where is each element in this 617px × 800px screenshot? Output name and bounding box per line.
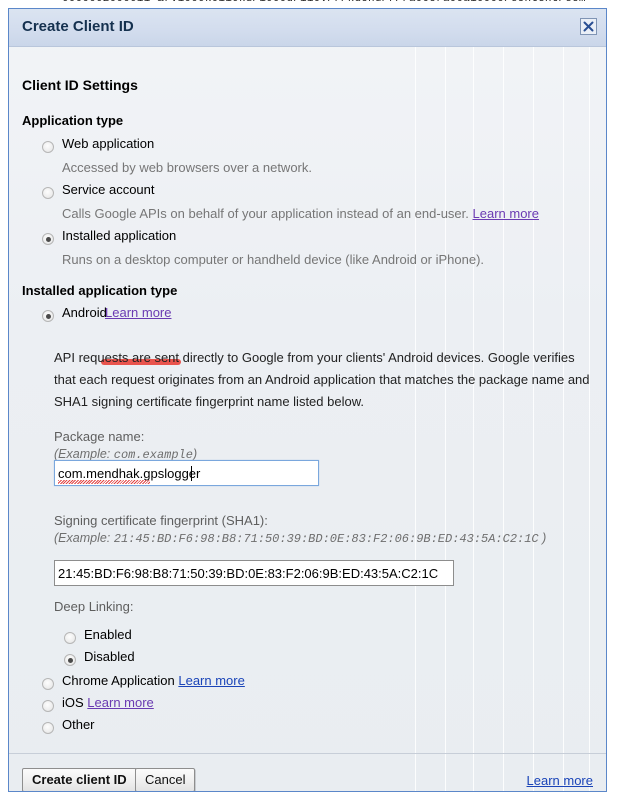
android-description-line-1: API requests are sent directly to Google… bbox=[54, 350, 575, 365]
cancel-button[interactable]: Cancel bbox=[135, 768, 196, 791]
radio-service-account[interactable] bbox=[42, 187, 54, 199]
radio-installed-application[interactable] bbox=[42, 233, 54, 245]
label-chrome-application: Chrome Application Learn more bbox=[62, 673, 245, 688]
service-account-learn-more-link[interactable]: Learn more bbox=[473, 206, 539, 221]
label-ios: iOS Learn more bbox=[62, 695, 154, 710]
desc-installed-application: Runs on a desktop computer or handheld d… bbox=[62, 252, 485, 267]
label-deep-linking-enabled: Enabled bbox=[84, 627, 132, 642]
android-description-line-3: SHA1 signing certificate fingerprint nam… bbox=[54, 394, 364, 409]
label-installed-application: Installed application bbox=[62, 228, 177, 243]
create-client-id-dialog: Create Client ID Client ID Settings Appl… bbox=[8, 8, 607, 792]
clipped-page-text: 0000002000011 &rv1000k0110kd/1000d/110v/… bbox=[62, 0, 586, 5]
sha1-fingerprint-input[interactable] bbox=[54, 560, 454, 586]
radio-chrome-application[interactable] bbox=[42, 678, 54, 690]
radio-web-application[interactable] bbox=[42, 141, 54, 153]
package-name-input[interactable] bbox=[54, 460, 319, 486]
close-icon bbox=[583, 21, 594, 32]
application-type-heading: Application type bbox=[22, 113, 124, 128]
label-deep-linking-disabled: Disabled bbox=[84, 649, 135, 664]
android-learn-more-link[interactable]: Learn more bbox=[105, 305, 171, 320]
sha1-label: Signing certificate fingerprint (SHA1): bbox=[54, 513, 268, 528]
android-description-line-2: that each request originates from an And… bbox=[54, 372, 590, 387]
create-client-id-button[interactable]: Create client ID bbox=[22, 768, 137, 791]
dialog-title-bar: Create Client ID bbox=[9, 9, 606, 47]
installed-application-type-heading: Installed application type bbox=[22, 283, 178, 298]
close-button[interactable] bbox=[580, 18, 597, 35]
package-name-label: Package name: bbox=[54, 429, 145, 444]
ios-learn-more-link[interactable]: Learn more bbox=[87, 695, 153, 710]
dialog-content: Client ID Settings Application type Web … bbox=[9, 47, 606, 791]
label-service-account: Service account bbox=[62, 182, 155, 197]
background-page-text-strip: 0000002000011 &rv1000k0110kd/1000d/110v/… bbox=[0, 0, 617, 8]
footer-learn-more-link[interactable]: Learn more bbox=[527, 773, 593, 788]
radio-other[interactable] bbox=[42, 722, 54, 734]
sha1-example: (Example: 21:45:BD:F6:98:B8:71:50:39:BD:… bbox=[54, 531, 547, 546]
desc-service-account: Calls Google APIs on behalf of your appl… bbox=[62, 206, 539, 221]
footer-separator bbox=[9, 753, 606, 754]
label-web-application: Web application bbox=[62, 136, 155, 151]
chrome-application-learn-more-link[interactable]: Learn more bbox=[178, 673, 244, 688]
dialog-title: Create Client ID bbox=[22, 18, 134, 35]
client-id-settings-heading: Client ID Settings bbox=[22, 77, 138, 93]
desc-service-account-text: Calls Google APIs on behalf of your appl… bbox=[62, 206, 469, 221]
label-other: Other bbox=[62, 717, 95, 732]
radio-ios[interactable] bbox=[42, 700, 54, 712]
label-android: Android bbox=[62, 305, 107, 320]
text-caret bbox=[191, 466, 192, 481]
deep-linking-label: Deep Linking: bbox=[54, 599, 134, 614]
desc-web-application: Accessed by web browsers over a network. bbox=[62, 160, 312, 175]
radio-deep-linking-disabled[interactable] bbox=[64, 654, 76, 666]
radio-deep-linking-enabled[interactable] bbox=[64, 632, 76, 644]
radio-android[interactable] bbox=[42, 310, 54, 322]
